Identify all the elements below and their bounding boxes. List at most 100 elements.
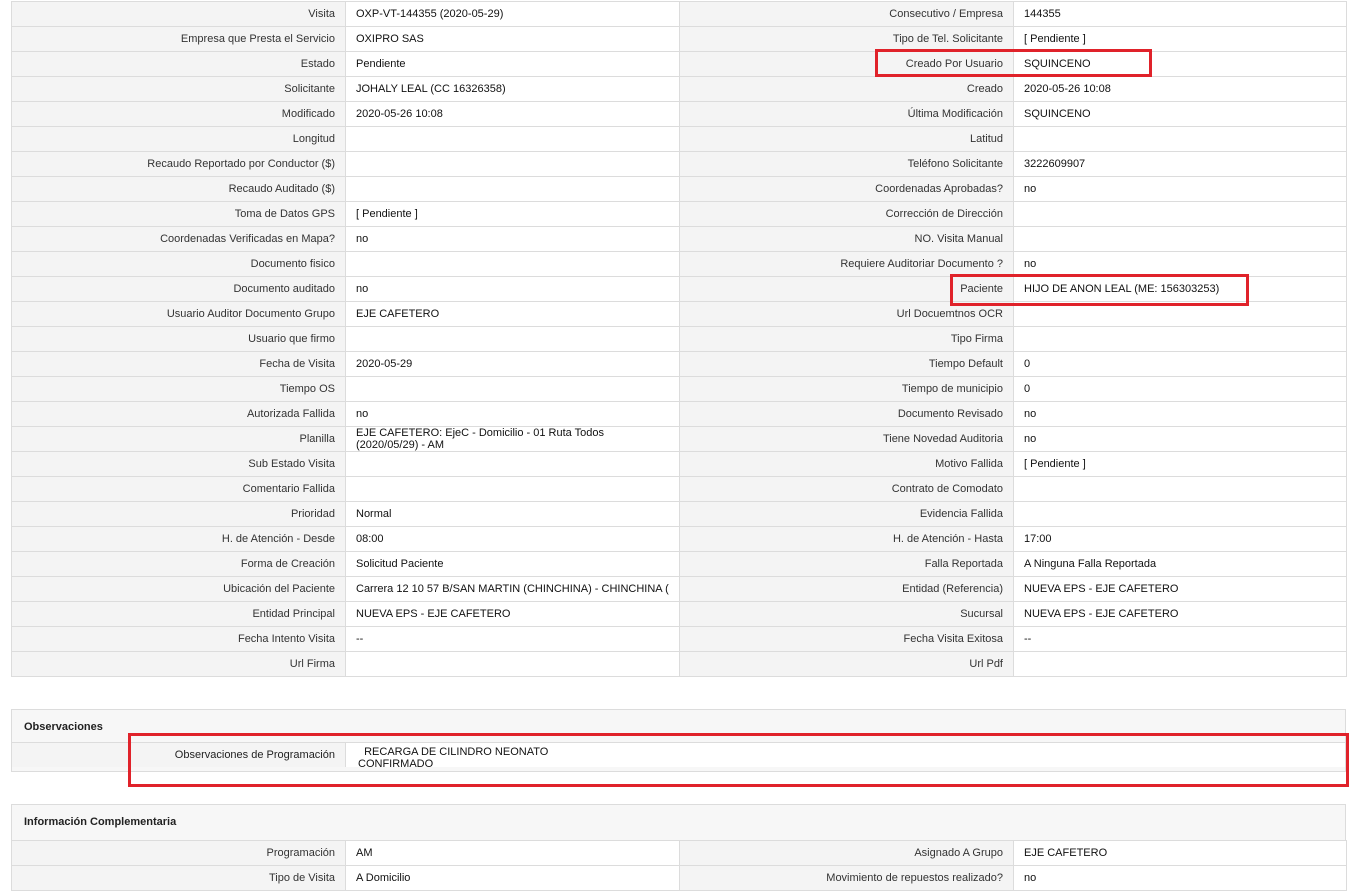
table-row: Usuario que firmo Tipo Firma <box>11 326 1347 352</box>
label-falla-reportada: Falla Reportada <box>679 551 1014 577</box>
table-row: Prioridad Normal Evidencia Fallida <box>11 501 1347 527</box>
value-documento-fisico <box>345 251 680 277</box>
table-row: Modificado 2020-05-26 10:08 Última Modific… <box>11 101 1347 127</box>
label-tiene-novedad-auditoria: Tiene Novedad Auditoria <box>679 426 1014 452</box>
value-sucursal: NUEVA EPS - EJE CAFETERO <box>1013 601 1347 627</box>
value-asignado-a-grupo: EJE CAFETERO <box>1013 840 1347 866</box>
value-tipo-firma <box>1013 326 1347 352</box>
value-recaudo-reportado-por-conductor <box>345 151 680 177</box>
value-modificado: 2020-05-26 10:08 <box>345 101 680 127</box>
value-tipo-de-tel-solicitante: [ Pendiente ] <box>1013 26 1347 52</box>
value-contrato-de-comodato <box>1013 476 1347 502</box>
table-row: Sub Estado Visita Motivo Fallida[ Pendien… <box>11 451 1347 477</box>
label-documento-fisico: Documento fisico <box>11 251 346 277</box>
label-comentario-fallida: Comentario Fallida <box>11 476 346 502</box>
label-telefono-solicitante: Teléfono Solicitante <box>679 151 1014 177</box>
label-contrato-de-comodato: Contrato de Comodato <box>679 476 1014 502</box>
info-complementaria-body: Programación AM Asignado A Grupo EJE CAFETE… <box>11 840 1347 891</box>
value-tiene-novedad-auditoria: no <box>1013 426 1347 452</box>
observaciones-section: Observaciones Observaciones de Programac… <box>11 709 1346 772</box>
label-fecha-visita-exitosa: Fecha Visita Exitosa <box>679 626 1014 652</box>
label-entidad-referencia: Entidad (Referencia) <box>679 576 1014 602</box>
label-estado: Estado <box>11 51 346 77</box>
value-prioridad: Normal <box>345 501 680 527</box>
observaciones-label: Observaciones de Programación <box>12 743 346 767</box>
label-longitud: Longitud <box>11 126 346 152</box>
table-row: Url Firma Url Pdf <box>11 651 1347 677</box>
value-sub-estado-visita <box>345 451 680 477</box>
label-visita: Visita <box>11 1 346 27</box>
observaciones-title: Observaciones <box>12 710 1345 743</box>
label-documento-auditado: Documento auditado <box>11 276 346 302</box>
table-row: Comentario Fallida Contrato de Comodato <box>11 476 1347 502</box>
label-h-de-atencion-desde: H. de Atención - Desde <box>11 526 346 552</box>
value-empresa-que-presta-el-servicio: OXIPRO SAS <box>345 26 680 52</box>
table-row: Programación AM Asignado A Grupo EJE CAFETE… <box>11 840 1347 866</box>
label-entidad-principal: Entidad Principal <box>11 601 346 627</box>
info-complementaria-title: Información Complementaria <box>12 805 1345 837</box>
label-requiere-auditoriar-documento: Requiere Auditoriar Documento ? <box>679 251 1014 277</box>
label-no-visita-manual: NO. Visita Manual <box>679 226 1014 252</box>
value-longitud <box>345 126 680 152</box>
value-ubicacion-del-paciente: Carrera 12 10 57 B/SAN MARTIN (CHINCHINA… <box>345 576 680 602</box>
value-paciente: HIJO DE ANON LEAL (ME: 156303253) <box>1013 276 1347 302</box>
value-solicitante: JOHALY LEAL (CC 16326358) <box>345 76 680 102</box>
table-row: Forma de Creación Solicitud Paciente Falla… <box>11 551 1347 577</box>
value-url-firma <box>345 651 680 677</box>
label-tiempo-de-municipio: Tiempo de municipio <box>679 376 1014 402</box>
table-row: Estado Pendiente Creado Por Usuario SQUINCE… <box>11 51 1347 77</box>
label-url-docuemtnos-ocr: Url Docuemtnos OCR <box>679 301 1014 327</box>
visit-details-table: Visita OXP-VT-144355 (2020-05-29) Consecut… <box>11 1 1347 677</box>
value-entidad-referencia: NUEVA EPS - EJE CAFETERO <box>1013 576 1347 602</box>
label-correccion-de-direccion: Corrección de Dirección <box>679 201 1014 227</box>
label-coordenadas-aprobadas: Coordenadas Aprobadas? <box>679 176 1014 202</box>
value-toma-de-datos-gps: [ Pendiente ] <box>345 201 680 227</box>
value-usuario-que-firmo <box>345 326 680 352</box>
table-row: Visita OXP-VT-144355 (2020-05-29) Consecut… <box>11 1 1347 27</box>
value-programacion: AM <box>345 840 680 866</box>
table-row: H. de Atención - Desde 08:00 H. de Atenció… <box>11 526 1347 552</box>
value-planilla: EJE CAFETERO: EjeC - Domicilio - 01 Ruta… <box>345 426 680 452</box>
label-consecutivo-empresa: Consecutivo / Empresa <box>679 1 1014 27</box>
label-ubicacion-del-paciente: Ubicación del Paciente <box>11 576 346 602</box>
table-row: Ubicación del Paciente Carrera 12 10 57 B… <box>11 576 1347 602</box>
value-ultima-modificacion: SQUINCENO <box>1013 101 1347 127</box>
value-autorizada-fallida: no <box>345 401 680 427</box>
table-row: Solicitante JOHALY LEAL (CC 16326358) Crea… <box>11 76 1347 102</box>
label-documento-revisado: Documento Revisado <box>679 401 1014 427</box>
table-row: Longitud Latitud <box>11 126 1347 152</box>
visit-details-body: Visita OXP-VT-144355 (2020-05-29) Consecut… <box>11 1 1347 677</box>
value-estado: Pendiente <box>345 51 680 77</box>
table-row: Usuario Auditor Documento Grupo EJE CAFET… <box>11 301 1347 327</box>
value-url-pdf <box>1013 651 1347 677</box>
value-correccion-de-direccion <box>1013 201 1347 227</box>
table-row: Planilla EJE CAFETERO: EjeC - Domicilio -… <box>11 426 1347 452</box>
value-fecha-de-visita: 2020-05-29 <box>345 351 680 377</box>
label-programacion: Programación <box>11 840 346 866</box>
label-motivo-fallida: Motivo Fallida <box>679 451 1014 477</box>
label-evidencia-fallida: Evidencia Fallida <box>679 501 1014 527</box>
label-latitud: Latitud <box>679 126 1014 152</box>
value-creado: 2020-05-26 10:08 <box>1013 76 1347 102</box>
value-fecha-intento-visita: -- <box>345 626 680 652</box>
value-fecha-visita-exitosa: -- <box>1013 626 1347 652</box>
info-complementaria-section: Información Complementaria <box>11 804 1346 840</box>
table-row: Toma de Datos GPS[ Pendiente ] Corrección… <box>11 201 1347 227</box>
value-comentario-fallida <box>345 476 680 502</box>
value-tiempo-default: 0 <box>1013 351 1347 377</box>
value-documento-auditado: no <box>345 276 680 302</box>
label-planilla: Planilla <box>11 426 346 452</box>
label-tiempo-default: Tiempo Default <box>679 351 1014 377</box>
table-row: Fecha de Visita 2020-05-29 Tiempo Default… <box>11 351 1347 377</box>
value-tiempo-os <box>345 376 680 402</box>
label-asignado-a-grupo: Asignado A Grupo <box>679 840 1014 866</box>
label-h-de-atencion-hasta: H. de Atención - Hasta <box>679 526 1014 552</box>
value-h-de-atencion-hasta: 17:00 <box>1013 526 1347 552</box>
observaciones-value: RECARGA DE CILINDRO NEONATO CONFIRMADO <box>358 746 549 770</box>
table-row: Tiempo OS Tiempo de municipio 0 <box>11 376 1347 402</box>
value-url-docuemtnos-ocr <box>1013 301 1347 327</box>
table-row: Entidad Principal NUEVA EPS - EJE CAFETER… <box>11 601 1347 627</box>
value-forma-de-creacion: Solicitud Paciente <box>345 551 680 577</box>
label-creado: Creado <box>679 76 1014 102</box>
label-sub-estado-visita: Sub Estado Visita <box>11 451 346 477</box>
